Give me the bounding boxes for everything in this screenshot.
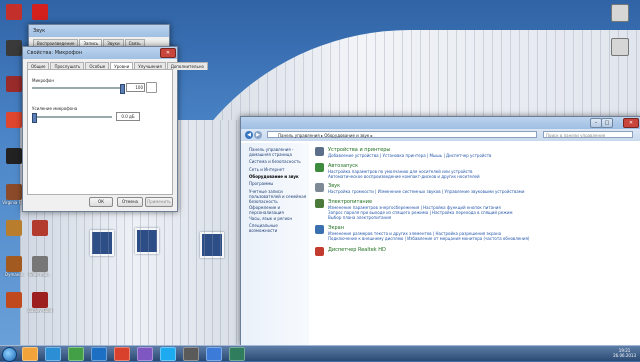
category-link[interactable]: Автоматическое воспроизведение компакт-д… — [328, 174, 480, 179]
category-link[interactable]: Выбор плана электропитания — [328, 215, 391, 220]
levels-panel: Микрофон 100 Усиление микрофона 0.0 дБ — [27, 69, 173, 195]
cancel-button[interactable]: Отмена — [117, 197, 143, 207]
mic-properties-window[interactable]: Свойства: Микрофон ✕ Общие Прослушать Особ… — [22, 46, 208, 212]
desktop-icon[interactable] — [0, 4, 28, 20]
app-icon — [6, 184, 22, 200]
app-icon — [6, 40, 22, 56]
cp-titlebar[interactable]: – □ ✕ — [241, 117, 640, 129]
back-icon[interactable]: ◀ — [245, 131, 253, 139]
apply-button[interactable]: Применить — [145, 197, 173, 207]
nav-link[interactable]: Панель управления - домашняя страница — [249, 147, 307, 157]
boost-slider-track[interactable] — [32, 116, 112, 118]
category-icon[interactable] — [315, 247, 324, 256]
taskbar-app-icon[interactable] — [183, 347, 199, 361]
boost-value[interactable]: 0.0 дБ — [116, 112, 140, 121]
app-icon — [6, 148, 22, 164]
microphone-slider-track[interactable] — [32, 87, 122, 89]
taskbar-app-icon[interactable] — [114, 347, 130, 361]
taskbar-app-icon[interactable] — [91, 347, 107, 361]
desktop-icon-label: Dymania — [5, 272, 23, 277]
taskbar-app-icon[interactable] — [45, 347, 61, 361]
taskbar-app-icon[interactable] — [160, 347, 176, 361]
app-icon — [6, 220, 22, 236]
category-icon[interactable] — [315, 225, 324, 234]
search-input[interactable]: Поиск в панели управления — [543, 131, 633, 138]
taskbar-app-icon[interactable] — [22, 347, 38, 361]
desktop-icon[interactable]: Dymania — [0, 256, 28, 277]
taskbar: 19:21 26.06.2013 — [0, 345, 640, 362]
desktop-icon-label: Galaxy Gold — [27, 308, 53, 313]
address-field[interactable]: Панель управления ▸ Оборудование и звук … — [267, 131, 537, 138]
nav-link[interactable]: Система и безопасность — [249, 159, 307, 164]
app-icon — [6, 292, 22, 308]
category-link[interactable]: Добавление устройства | Установка принте… — [328, 153, 491, 158]
breadcrumb: Панель управления ▸ Оборудование и звук … — [278, 133, 373, 138]
app-icon — [6, 256, 22, 272]
mic-titlebar[interactable]: Свойства: Микрофон ✕ — [23, 47, 177, 59]
nav-link[interactable]: Оборудование и звук — [249, 174, 307, 179]
category-icon[interactable] — [315, 163, 324, 172]
address-bar-row: ◀ ▶ Панель управления ▸ Оборудование и з… — [241, 129, 640, 141]
category-icon[interactable] — [315, 199, 324, 208]
desktop-icon-label: Shell mal... — [28, 272, 52, 277]
desktop-icon[interactable] — [0, 292, 28, 308]
category-link[interactable]: Подключение к внешнему дисплею | Избавле… — [328, 236, 529, 241]
boost-slider-thumb[interactable] — [32, 113, 37, 123]
microphone-value[interactable]: 100 — [126, 83, 145, 92]
clock-date: 26.06.2013 — [613, 353, 636, 358]
desktop-icon[interactable]: Galaxy Gold — [26, 292, 54, 313]
app-icon — [6, 112, 22, 128]
category-link[interactable]: Настройка громкости | Изменение системны… — [328, 189, 524, 194]
forward-icon[interactable]: ▶ — [254, 131, 262, 139]
sound-titlebar[interactable]: Звук — [29, 25, 169, 37]
category-icon[interactable] — [315, 183, 324, 192]
nav-link[interactable]: Сеть и Интернет — [249, 167, 307, 172]
sound-window-title: Звук — [33, 28, 46, 34]
cp-left-nav: Панель управления - домашняя страница Сис… — [241, 143, 309, 345]
app-icon — [6, 76, 22, 92]
app-icon — [32, 256, 48, 272]
desktop-icon-right-1[interactable] — [606, 4, 634, 22]
taskbar-app-icon[interactable] — [137, 347, 153, 361]
app-icon — [32, 292, 48, 308]
nav-link[interactable]: Оформление и персонализация — [249, 205, 307, 215]
nav-link[interactable]: Программы — [249, 181, 307, 186]
taskbar-app-icon[interactable] — [229, 347, 245, 361]
microphone-label: Микрофон — [32, 78, 54, 83]
boost-label: Усиление микрофона — [32, 106, 78, 111]
document-icon — [611, 38, 629, 56]
taskbar-app-icon[interactable] — [206, 347, 222, 361]
desktop-icon[interactable]: Shell mal... — [26, 256, 54, 277]
app-icon — [32, 220, 48, 236]
taskbar-app-icon[interactable] — [68, 347, 84, 361]
control-panel-window[interactable]: – □ ✕ ◀ ▶ Панель управления ▸ Оборудован… — [240, 116, 640, 346]
app-icon — [6, 4, 22, 20]
desktop-icon[interactable] — [0, 220, 28, 236]
microphone-slider-thumb[interactable] — [120, 84, 125, 94]
desktop-icon[interactable] — [26, 4, 54, 20]
category-icon[interactable] — [315, 147, 324, 156]
nav-link[interactable]: Учетные записи пользователей и семейная … — [249, 189, 307, 204]
category-title[interactable]: Диспетчер Realtek HD — [328, 247, 386, 253]
close-button[interactable]: ✕ — [623, 118, 639, 128]
nav-link[interactable]: Часы, язык и регион — [249, 216, 307, 221]
desktop-icon-right-2[interactable] — [606, 38, 634, 56]
nav-link[interactable]: Специальные возможности — [249, 223, 307, 233]
speaker-icon[interactable] — [146, 82, 157, 93]
desktop-icon[interactable] — [26, 220, 54, 236]
document-icon — [611, 4, 629, 22]
app-icon — [32, 4, 48, 20]
ok-button[interactable]: ОК — [89, 197, 113, 207]
clock[interactable]: 19:21 26.06.2013 — [613, 348, 636, 358]
maximize-button[interactable]: □ — [601, 118, 613, 128]
mic-window-title: Свойства: Микрофон — [27, 50, 83, 56]
close-button[interactable]: ✕ — [160, 48, 176, 58]
